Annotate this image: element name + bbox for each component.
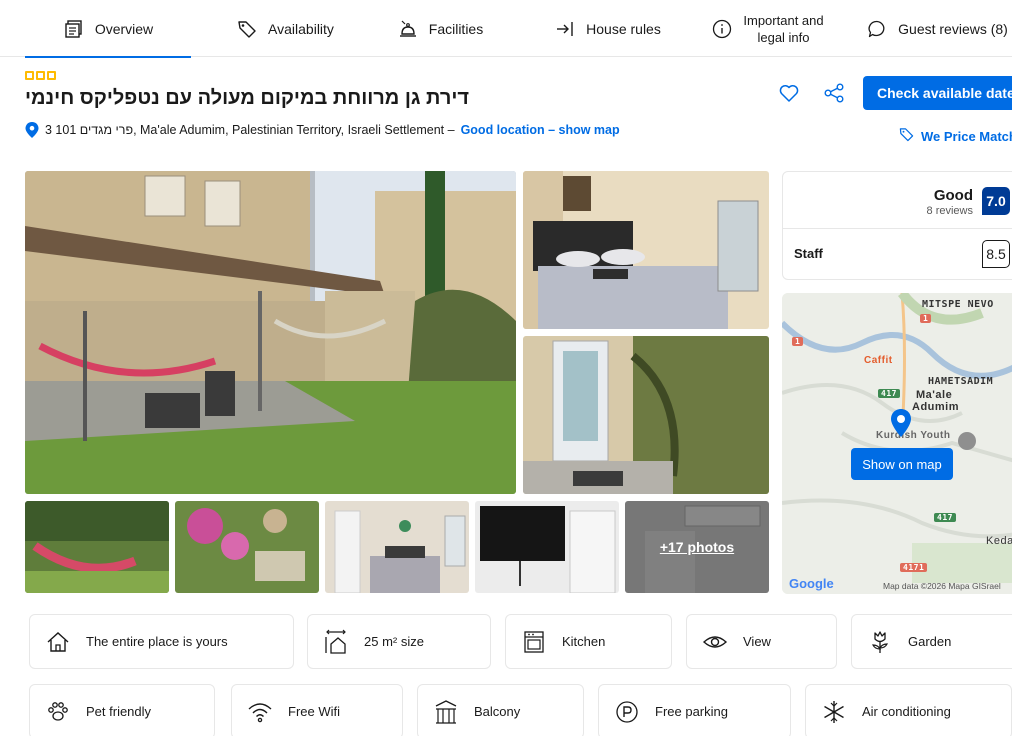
size-icon <box>322 628 350 656</box>
tab-label: Facilities <box>428 20 484 37</box>
property-address: 3 101 פרי מגדים, Ma'ale Adumim, Palestin… <box>25 122 620 138</box>
map-label: Keda <box>986 535 1012 547</box>
flower-icon <box>866 628 894 656</box>
google-logo: Google <box>789 576 834 591</box>
facility-label: Balcony <box>474 704 521 719</box>
route-badge: 417 <box>934 513 956 522</box>
overview-icon <box>63 18 85 40</box>
facility-label: Garden <box>908 634 952 649</box>
bell-icon <box>397 18 419 40</box>
photo-entrance[interactable] <box>523 336 769 494</box>
map-label: Adumim <box>912 401 959 413</box>
review-summary[interactable]: Good 8 reviews 7.0 Staff 8.5 <box>782 171 1012 280</box>
house-icon <box>44 628 72 656</box>
facility-pet-friendly: Pet friendly <box>29 684 215 736</box>
route-badge: 1 <box>792 337 804 346</box>
facility-label: Air conditioning <box>862 704 951 719</box>
facility-free-parking: Free parking <box>598 684 791 736</box>
arrow-in-icon <box>554 18 576 40</box>
balcony-icon <box>432 698 460 726</box>
map-label: Kurdish Youth <box>876 430 951 441</box>
facility-label: Pet friendly <box>86 704 152 719</box>
speech-bubble-icon <box>866 18 888 40</box>
facility-view: View <box>686 614 837 669</box>
facility-garden: Garden <box>851 614 1012 669</box>
tab-availability[interactable]: Availability <box>210 0 360 57</box>
info-icon <box>711 18 733 40</box>
facility-label: 25 m² size <box>364 634 424 649</box>
route-badge: 417 <box>878 389 900 398</box>
rating-stars <box>25 71 56 80</box>
tab-label: House rules <box>586 20 661 37</box>
photo-more[interactable]: +17 photos <box>625 501 769 593</box>
tag-icon <box>236 18 258 40</box>
map-label-caffit: Caffit <box>864 355 893 366</box>
heart-icon[interactable] <box>778 82 800 104</box>
price-match-label: We Price Match <box>921 128 1012 144</box>
check-available-dates-button[interactable]: Check available dates <box>863 76 1012 110</box>
share-icon[interactable] <box>823 82 845 104</box>
map-label: MITSPE NEVO <box>922 299 994 310</box>
tag-icon <box>899 127 914 145</box>
facility-label: Kitchen <box>562 634 606 649</box>
review-count: 8 reviews <box>926 205 973 217</box>
facility-air-conditioning: Air conditioning <box>805 684 1012 736</box>
show-on-map-button[interactable]: Show on map <box>851 448 953 480</box>
facility-free-wifi: Free Wifi <box>231 684 403 736</box>
photo-room-interior[interactable] <box>325 501 469 593</box>
location-pin-icon <box>25 122 39 138</box>
photo-hammock[interactable] <box>25 501 169 593</box>
star-icon <box>25 71 34 80</box>
paw-icon <box>44 698 72 726</box>
tab-label: Overview <box>94 20 154 37</box>
facility-label: View <box>743 634 771 649</box>
tab-label: Availability <box>268 20 334 37</box>
map-label: Ma'ale <box>916 389 953 401</box>
facility-label: Free parking <box>655 704 728 719</box>
wifi-icon <box>246 698 274 726</box>
review-word: Good <box>933 187 973 204</box>
property-title: דירת גן מרווחת במיקום מעולה עם נטפליקס ח… <box>25 87 470 109</box>
tab-overview[interactable]: Overview <box>25 0 191 58</box>
review-score-row: Good 8 reviews 7.0 <box>783 172 1012 229</box>
map-label: HAMETSADIM <box>928 376 994 387</box>
facility-kitchen: Kitchen <box>505 614 672 669</box>
facility-size: 25 m² size <box>307 614 491 669</box>
facility-balcony: Balcony <box>417 684 584 736</box>
price-match-link[interactable]: We Price Match <box>899 127 1012 145</box>
tab-facilities[interactable]: Facilities <box>385 0 495 57</box>
staff-score: 8.5 <box>982 240 1010 268</box>
location-map[interactable]: MITSPE NEVO 1 1 Caffit HAMETSADIM 417 Ma… <box>782 293 1012 594</box>
map-attribution: Map data ©2026 Mapa GISrael <box>883 581 1001 591</box>
address-text: 3 101 פרי מגדים, Ma'ale Adumim, Palestin… <box>45 123 455 137</box>
photo-tv[interactable] <box>475 501 619 593</box>
route-badge: 1 <box>920 314 932 323</box>
tab-important-info[interactable]: Important and legal info <box>695 0 840 57</box>
star-icon <box>36 71 45 80</box>
star-icon <box>47 71 56 80</box>
eye-icon <box>701 628 729 656</box>
show-map-link[interactable]: Good location – show map <box>461 123 620 137</box>
route-badge: 4171 <box>900 563 928 572</box>
more-photos-link[interactable]: +17 photos <box>625 501 769 593</box>
main-photo-garden[interactable] <box>25 171 516 494</box>
review-score-badge: 7.0 <box>982 187 1010 215</box>
tab-guest-reviews[interactable]: Guest reviews (8) <box>862 0 1012 57</box>
kitchen-icon <box>520 628 548 656</box>
tab-house-rules[interactable]: House rules <box>540 0 675 57</box>
facility-label: Free Wifi <box>288 704 340 719</box>
facility-label: The entire place is yours <box>86 634 228 649</box>
tab-label: Important and legal info <box>743 12 824 45</box>
facility-entire-place: The entire place is yours <box>29 614 294 669</box>
photo-bedroom[interactable] <box>523 171 769 329</box>
photo-flowers[interactable] <box>175 501 319 593</box>
staff-label: Staff <box>794 246 823 261</box>
tab-label: Guest reviews (8) <box>898 20 1008 37</box>
property-tabs: Overview Availability Facilities House r… <box>0 0 1012 58</box>
snowflake-icon <box>820 698 848 726</box>
parking-icon <box>613 698 641 726</box>
map-pin-icon <box>890 409 912 442</box>
